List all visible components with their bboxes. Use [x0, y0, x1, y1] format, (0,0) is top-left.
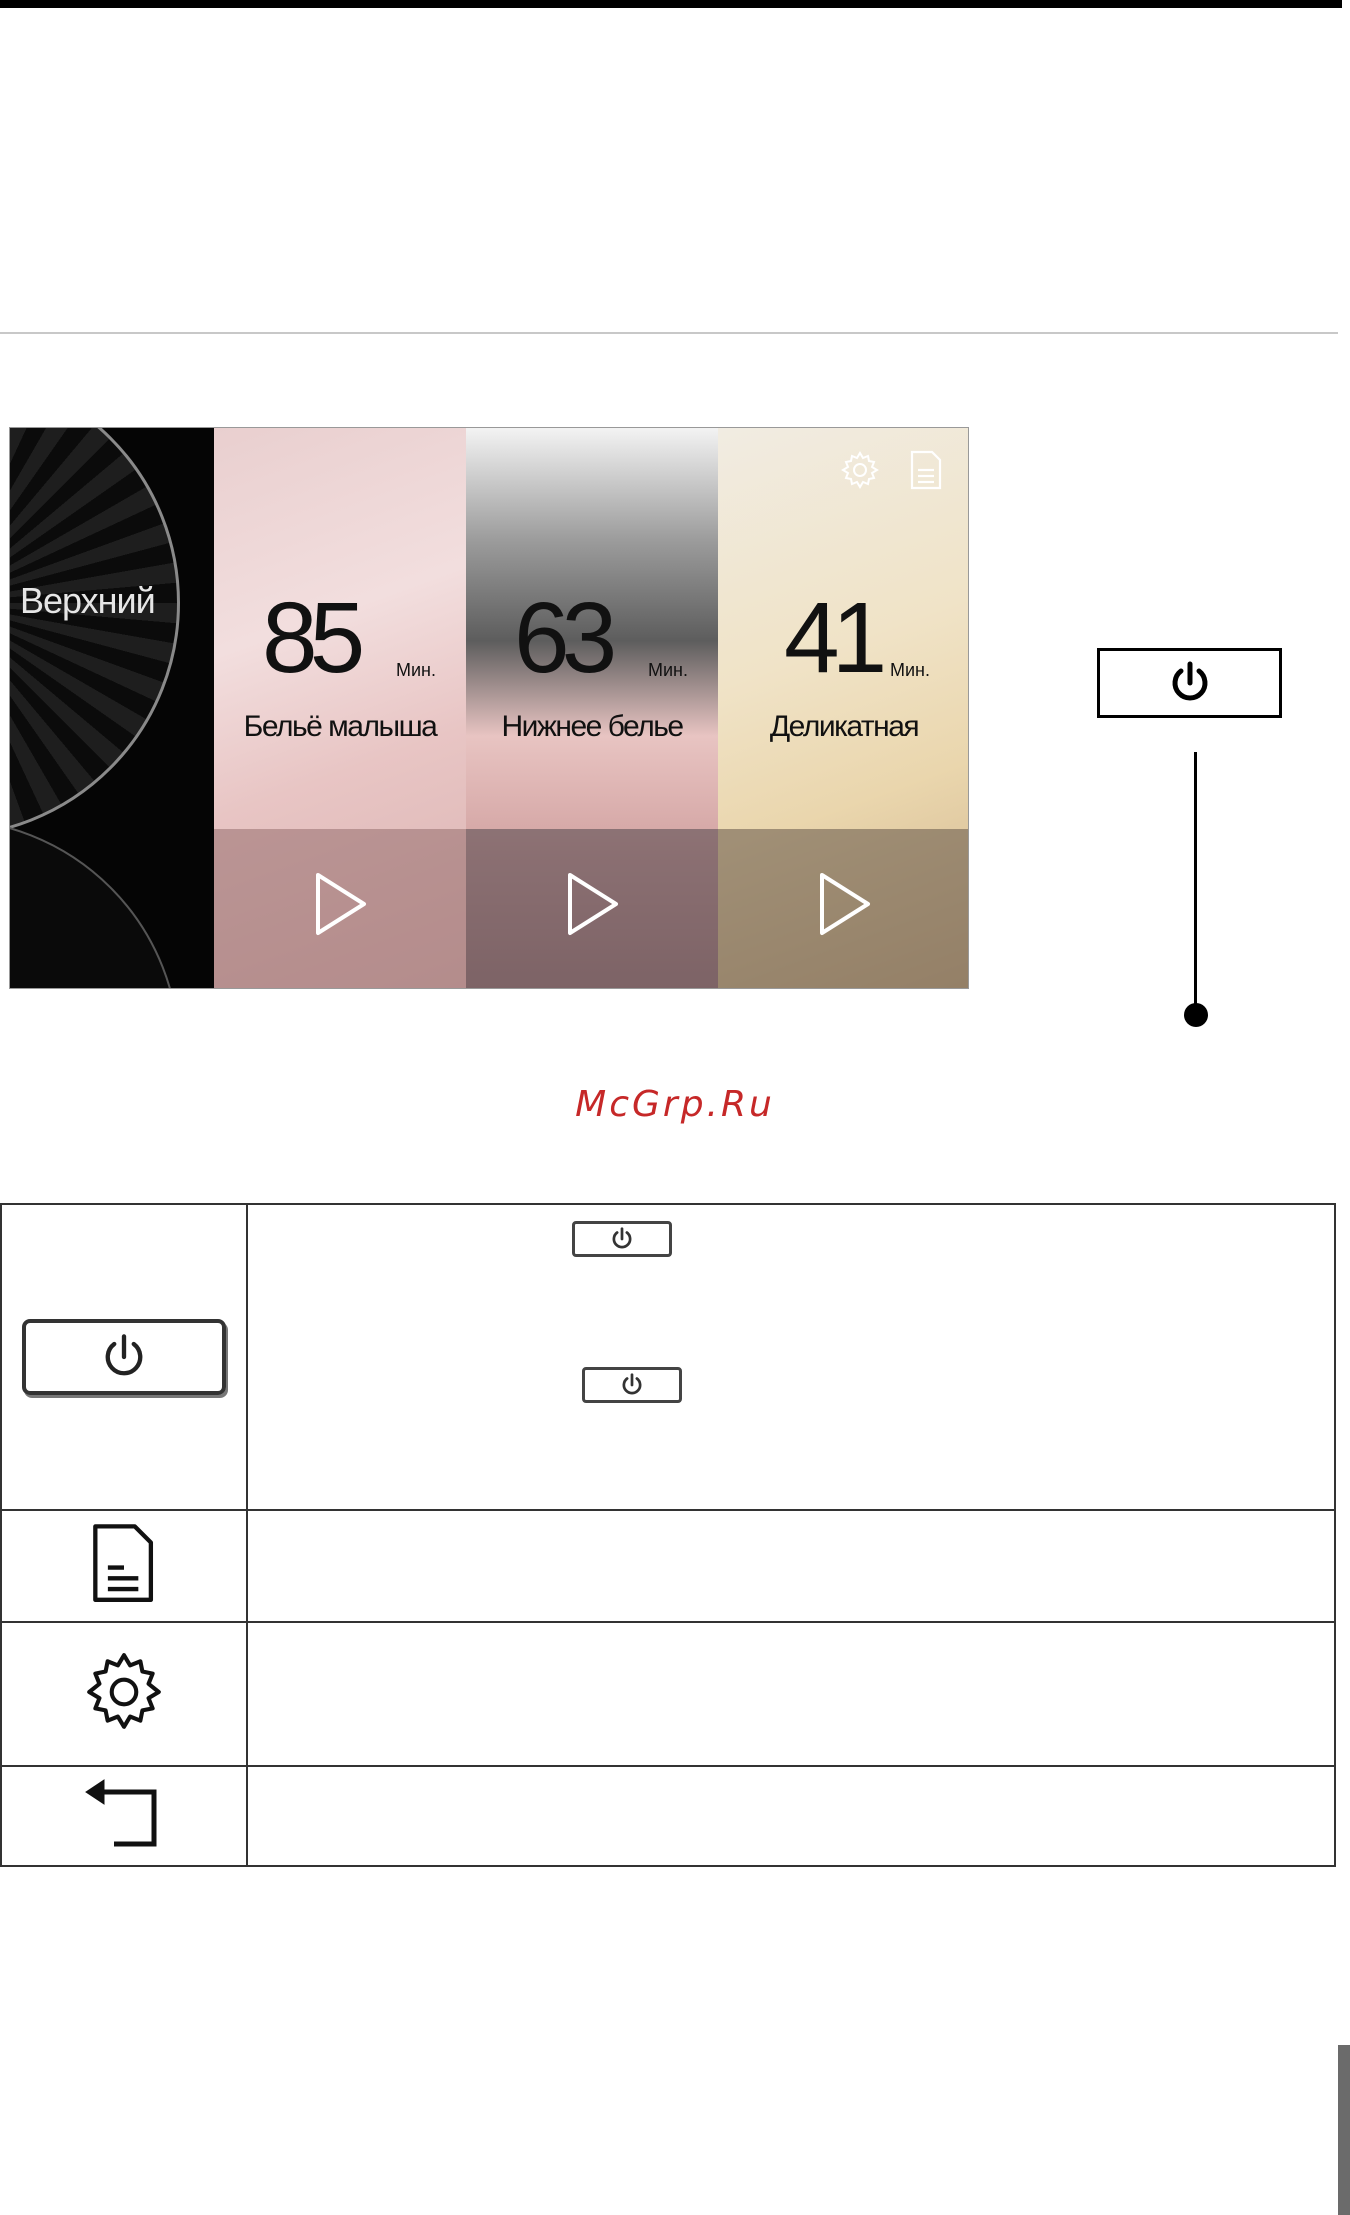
program-card-delicate[interactable]: 41 Мин. Деликатная [718, 428, 968, 988]
program-time: 85 Мин. [214, 588, 466, 688]
power-button [22, 1319, 226, 1395]
start-program-button[interactable] [718, 829, 968, 988]
program-time: 63 Мин. [466, 588, 718, 688]
legend-desc-cell [246, 1621, 1336, 1767]
legend-icon-cell [0, 1765, 248, 1867]
back-arrow-icon [85, 1778, 157, 1846]
gear-icon[interactable] [838, 448, 882, 492]
control-panel-screen: Верхний 85 Мин. Бельё малыша 63 Мин. Ниж… [9, 427, 969, 989]
page-side-tab [1338, 2045, 1350, 2215]
legend-icon-cell [0, 1203, 248, 1511]
legend-row-document [0, 1509, 1336, 1623]
play-icon [820, 873, 870, 935]
power-button-inline [582, 1367, 682, 1403]
legend-desc-cell [246, 1509, 1336, 1623]
dial-ring-lower [10, 818, 180, 988]
watermark: McGrp.Ru [575, 1084, 775, 1125]
program-minutes-unit: Мин. [648, 660, 688, 680]
program-name: Бельё малыша [243, 710, 438, 743]
screen-top-icons [838, 448, 958, 494]
program-name: Деликатная [769, 710, 920, 743]
program-card-baby[interactable]: 85 Мин. Бельё малыша [214, 428, 466, 988]
legend-row-settings [0, 1621, 1336, 1767]
start-program-button[interactable] [466, 829, 718, 988]
program-card-underwear[interactable]: 63 Мин. Нижнее белье [466, 428, 718, 988]
program-time: 41 Мин. [718, 582, 968, 694]
legend-row-back [0, 1765, 1336, 1867]
program-minutes-unit: Мин. [396, 660, 436, 680]
legend-desc-cell [246, 1765, 1336, 1867]
program-minutes: 63 [514, 582, 617, 694]
callout-leader-line [1194, 752, 1197, 1014]
power-button-inline [572, 1221, 672, 1257]
top-border [0, 0, 1342, 8]
legend-desc-cell [246, 1203, 1336, 1511]
gear-icon [87, 1652, 161, 1729]
document-icon [93, 1523, 154, 1602]
start-program-button[interactable] [214, 829, 466, 988]
power-icon [1172, 661, 1207, 701]
program-dial[interactable]: Верхний [10, 428, 214, 988]
power-button-callout[interactable] [1097, 648, 1282, 718]
document-icon[interactable] [904, 448, 948, 492]
callout-leader-dot [1184, 1003, 1208, 1027]
power-icon [622, 1373, 642, 1395]
legend-row-power [0, 1203, 1336, 1511]
legend-icon-cell [0, 1509, 248, 1623]
dial-label: Верхний [20, 580, 156, 621]
program-minutes-unit: Мин. [890, 660, 930, 680]
program-minutes: 85 [262, 582, 365, 694]
program-name: Нижнее белье [501, 710, 684, 743]
play-icon [568, 873, 618, 935]
power-icon [105, 1334, 143, 1376]
power-icon [612, 1227, 632, 1249]
icon-legend-table [0, 1203, 1336, 1867]
section-divider [0, 332, 1338, 334]
program-minutes: 41 [784, 582, 887, 694]
play-icon [316, 873, 366, 935]
dial-ring [10, 428, 180, 838]
legend-icon-cell [0, 1621, 248, 1767]
